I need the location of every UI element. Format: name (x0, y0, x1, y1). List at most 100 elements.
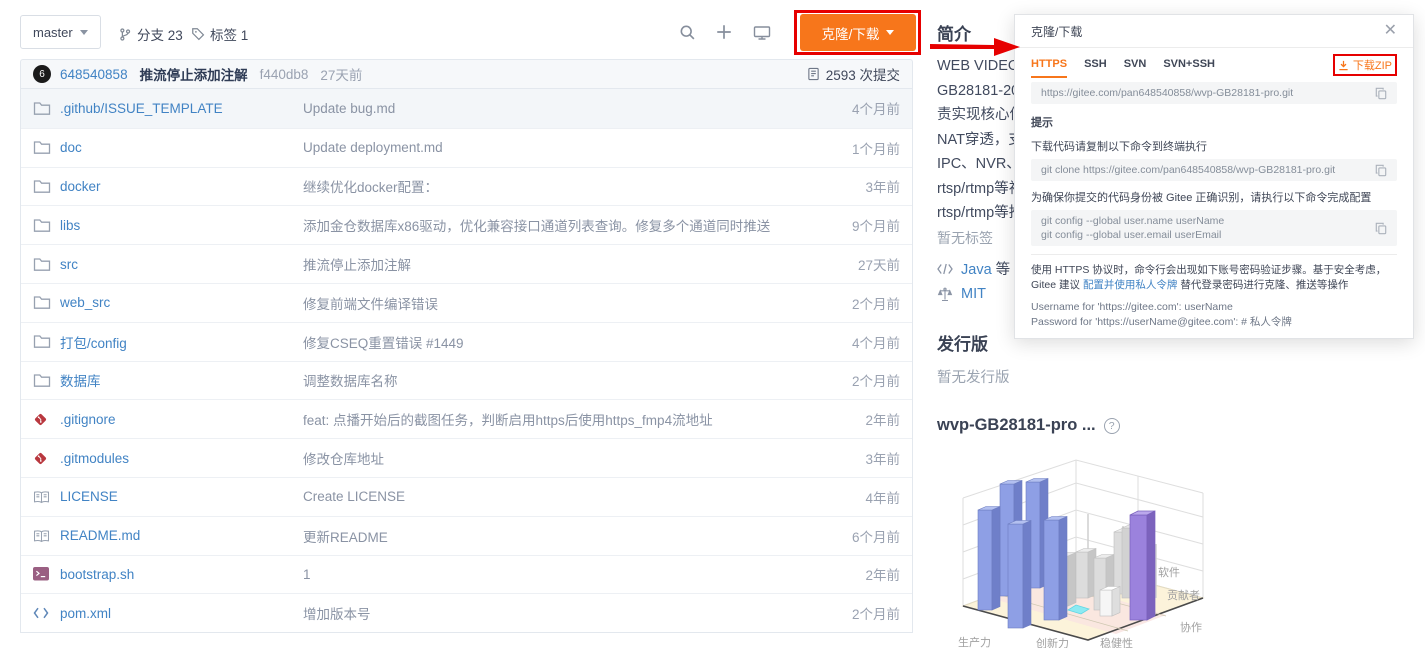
commit-message-link[interactable]: 修复前端文件编译错误 (303, 293, 805, 313)
table-row[interactable]: .gitmodules修改仓库地址3年前 (21, 438, 912, 477)
table-row[interactable]: libs添加金仓数据库x86驱动，优化兼容接口通道列表查询。修复多个通道同时推送… (21, 205, 912, 244)
chart-x-label-2: 创新力 (1036, 636, 1069, 648)
commit-message-link[interactable]: 修改仓库地址 (303, 448, 805, 468)
table-row[interactable]: 打包/config修复CSEQ重置错误 #14494个月前 (21, 322, 912, 361)
tab-https[interactable]: HTTPS (1031, 58, 1067, 78)
close-icon[interactable]: ✕ (1384, 23, 1397, 39)
tab-svn-ssh[interactable]: SVN+SSH (1163, 58, 1215, 78)
branches-link[interactable]: 分支 23 (118, 24, 183, 44)
download-zip-button[interactable]: 下载ZIP (1338, 57, 1392, 73)
contributor-avatar[interactable]: 6 (33, 65, 51, 83)
commit-time: 2个月前 (805, 293, 900, 313)
table-row[interactable]: docker继续优化docker配置：3年前 (21, 167, 912, 206)
copy-icon[interactable] (1375, 164, 1387, 177)
branch-selector[interactable]: master (20, 15, 101, 49)
copy-icon[interactable] (1375, 87, 1387, 100)
commit-message-link[interactable]: 调整数据库名称 (303, 370, 805, 390)
config-tip: 为确保你提交的代码身份被 Gitee 正确识别，请执行以下命令完成配置 (1031, 189, 1397, 205)
chart-x-label-3: 稳健性 (1100, 636, 1133, 648)
table-row[interactable]: docUpdate deployment.md1个月前 (21, 128, 912, 167)
branch-icon (118, 27, 132, 42)
commit-message-link[interactable]: Update bug.md (303, 101, 805, 116)
commit-message-link[interactable]: 增加版本号 (303, 603, 805, 623)
file-name-link[interactable]: libs (60, 218, 303, 233)
book-icon (33, 529, 53, 543)
search-icon[interactable] (679, 24, 696, 41)
file-name-link[interactable]: doc (60, 140, 303, 155)
license-link[interactable]: MIT (961, 286, 986, 302)
clone-command-field[interactable]: git clone https://gitee.com/pan648540858… (1031, 159, 1397, 181)
commit-message-link[interactable]: 更新README (303, 526, 805, 546)
config-command-field[interactable]: git config --global user.name userName g… (1031, 210, 1397, 246)
commit-sha: f440db8 (260, 67, 309, 82)
file-name-link[interactable]: .gitignore (60, 412, 303, 427)
commit-message-link[interactable]: 修复CSEQ重置错误 #1449 (303, 332, 805, 352)
table-row[interactable]: 数据库调整数据库名称2个月前 (21, 361, 912, 400)
download-icon (1338, 60, 1349, 71)
clone-url-field[interactable]: https://gitee.com/pan648540858/wvp-GB281… (1031, 82, 1397, 104)
insight-3d-chart: 生产力 创新力 稳健性 软件 贡献者 协作 (938, 448, 1225, 648)
commit-message-link[interactable]: Update deployment.md (303, 140, 805, 155)
tags-link[interactable]: 标签 1 (191, 24, 248, 44)
commit-message-link[interactable]: 推流停止添加注解 (303, 254, 805, 274)
chart-z-label-2: 贡献者 (1167, 588, 1200, 602)
no-releases-label: 暂无发行版 (937, 366, 1010, 387)
file-name-link[interactable]: LICENSE (60, 489, 303, 504)
plus-icon[interactable] (715, 23, 733, 41)
file-name-link[interactable]: 打包/config (60, 332, 303, 352)
commit-time: 1个月前 (805, 138, 900, 158)
tab-svn[interactable]: SVN (1124, 58, 1147, 78)
latest-commit-bar: 6 648540858 推流停止添加注解 f440db8 27天前 2593 次… (20, 59, 913, 89)
table-row[interactable]: pom.xml增加版本号2个月前 (21, 593, 912, 632)
folder-icon (33, 334, 53, 349)
credential-username: Username for 'https://gitee.com': userNa… (1031, 300, 1397, 315)
commits-count-link[interactable]: 2593 次提交 (807, 64, 900, 84)
file-name-link[interactable]: bootstrap.sh (60, 567, 303, 582)
commit-message-link[interactable]: feat: 点播开始后的截图任务，判断启用https后使用https_fmp4流… (303, 409, 805, 429)
code-icon (33, 607, 53, 619)
commit-message-link[interactable]: 添加金仓数据库x86驱动，优化兼容接口通道列表查询。修复多个通道同时推送 (303, 215, 805, 235)
dialog-title: 克隆/下载 (1031, 23, 1082, 40)
monitor-icon[interactable] (753, 25, 771, 41)
table-row[interactable]: LICENSECreate LICENSE4年前 (21, 477, 912, 516)
config-command-line2: git config --global user.email userEmail (1041, 229, 1221, 241)
table-row[interactable]: README.md更新README6个月前 (21, 516, 912, 555)
https-note: 使用 HTTPS 协议时，命令行会出现如下账号密码验证步骤。基于安全考虑，Git… (1031, 254, 1397, 293)
commit-message-link[interactable]: Create LICENSE (303, 489, 805, 504)
clone-url-value: https://gitee.com/pan648540858/wvp-GB281… (1041, 86, 1293, 100)
file-name-link[interactable]: .gitmodules (60, 451, 303, 466)
tab-ssh[interactable]: SSH (1084, 58, 1107, 78)
clone-command-value: git clone https://gitee.com/pan648540858… (1041, 163, 1335, 177)
credential-password: Password for 'https://userName@gitee.com… (1031, 315, 1397, 330)
commit-time: 2年前 (805, 564, 900, 584)
project-insight-title: wvp-GB28181-pro ... ? (937, 416, 1120, 435)
file-name-link[interactable]: 数据库 (60, 370, 303, 390)
table-row[interactable]: src推流停止添加注解27天前 (21, 244, 912, 283)
commit-id-link[interactable]: 648540858 (60, 67, 128, 82)
table-row[interactable]: .github/ISSUE_TEMPLATEUpdate bug.md4个月前 (21, 89, 912, 128)
table-row[interactable]: bootstrap.sh12年前 (21, 555, 912, 594)
language-link[interactable]: Java (961, 262, 992, 278)
folder-icon (33, 140, 53, 155)
table-row[interactable]: web_src修复前端文件编译错误2个月前 (21, 283, 912, 322)
commit-message-link[interactable]: 继续优化docker配置： (303, 176, 805, 196)
file-name-link[interactable]: web_src (60, 295, 303, 310)
file-name-link[interactable]: pom.xml (60, 606, 303, 621)
annotation-box-zip: 下载ZIP (1333, 54, 1397, 76)
copy-icon[interactable] (1375, 222, 1387, 235)
file-name-link[interactable]: .github/ISSUE_TEMPLATE (60, 101, 303, 116)
commit-time: 27天前 (320, 64, 362, 84)
commit-message-link[interactable]: 推流停止添加注解 (140, 64, 248, 84)
git-icon (33, 412, 53, 427)
file-name-link[interactable]: src (60, 257, 303, 272)
commit-message-link[interactable]: 1 (303, 567, 805, 582)
help-icon[interactable]: ? (1104, 418, 1120, 434)
file-name-link[interactable]: docker (60, 179, 303, 194)
file-name-link[interactable]: README.md (60, 528, 303, 543)
chart-z-label-3: 协作 (1180, 620, 1202, 634)
private-token-link[interactable]: 配置并使用私人令牌 (1083, 279, 1178, 291)
table-row[interactable]: .gitignorefeat: 点播开始后的截图任务，判断启用https后使用h… (21, 399, 912, 438)
tag-icon (191, 27, 205, 41)
clone-download-button[interactable]: 克隆/下载 (800, 14, 916, 51)
commit-time: 3年前 (805, 448, 900, 468)
